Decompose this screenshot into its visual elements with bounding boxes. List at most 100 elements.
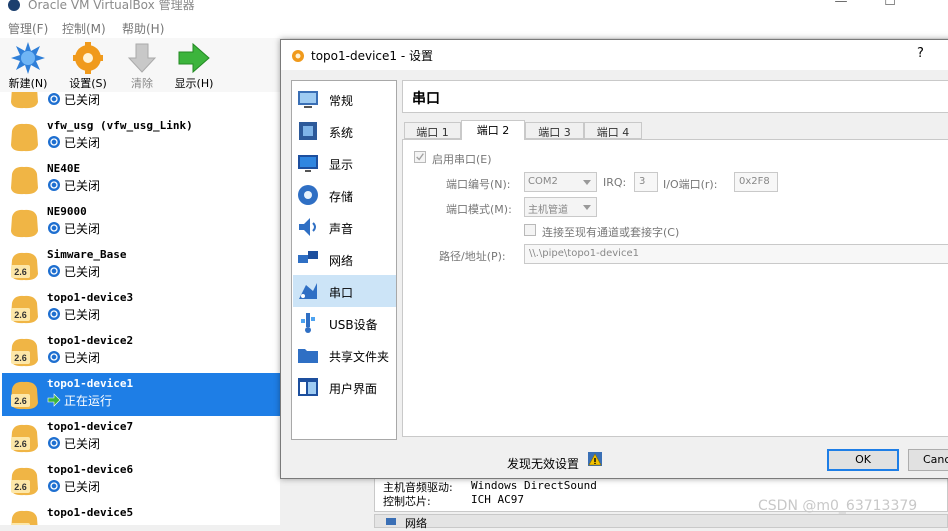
vm-list-item[interactable]: 2.6 topo1-device6 已关闭 — [2, 459, 280, 502]
tab-port-3[interactable]: 端口 3 — [525, 122, 584, 139]
sidebar-item-network[interactable]: 网络 — [293, 243, 396, 275]
vm-list-item[interactable]: NE40E 已关闭 — [2, 158, 280, 201]
powered-off-icon — [48, 136, 60, 148]
sidebar-item-label: 声音 — [329, 222, 354, 236]
vm-name: NE9000 — [47, 205, 87, 218]
port-tabs: 端口 1 端口 2 端口 3 端口 4 — [404, 120, 948, 140]
storage-icon — [298, 185, 318, 205]
tab-port-1[interactable]: 端口 1 — [404, 122, 461, 139]
sidebar-item-usb[interactable]: USB设备 — [293, 307, 396, 339]
vm-name: topo1-device1 — [47, 377, 134, 390]
audio-icon — [299, 218, 316, 236]
vm-list-item[interactable]: 2.6 topo1-device1 正在运行 — [2, 373, 280, 416]
vm-status: 已关闭 — [47, 220, 100, 237]
warning-icon[interactable] — [587, 451, 603, 467]
vm-status: 已关闭 — [47, 478, 100, 495]
os-type-icon — [11, 92, 38, 109]
audio-driver-value: Windows DirectSound — [471, 479, 597, 492]
os-type-icon: 2.6 — [11, 467, 38, 496]
vm-list-item[interactable]: NE9000 已关闭 — [2, 201, 280, 244]
system-icon — [299, 122, 317, 140]
new-starburst-icon — [11, 42, 45, 74]
port-2-tab-body: 启用串口(E) 端口编号(N): COM2 IRQ: 3 I/O端口(r): 0… — [402, 139, 948, 437]
maximize-button[interactable]: ☐ — [875, 0, 905, 9]
port-number-label: 端口编号(N): — [446, 178, 511, 191]
tab-port-2[interactable]: 端口 2 — [461, 120, 525, 140]
vm-list: 已关闭 vfw_usg (vfw_usg_Link) 已关闭 NE40E 已关闭 NE9… — [0, 92, 280, 525]
powered-off-icon — [48, 480, 60, 492]
cancel-button[interactable]: Cancel — [908, 449, 948, 471]
dialog-footer: 发现无效设置 OK Cancel — [281, 444, 948, 480]
version-badge: 2.6 — [14, 482, 27, 492]
vm-list-item[interactable]: 2.6 topo1-device3 已关闭 — [2, 287, 280, 330]
gear-icon — [73, 42, 103, 74]
path-label: 路径/地址(P): — [439, 250, 506, 263]
sidebar-item-audio[interactable]: 声音 — [293, 211, 396, 243]
show-button[interactable]: 显示(H) — [168, 42, 220, 92]
io-port-input[interactable]: 0x2F8 — [734, 172, 778, 192]
port-mode-select[interactable]: 主机管道 — [524, 197, 597, 217]
network-section-header[interactable]: 网络 — [374, 514, 948, 530]
virtualbox-logo-icon — [8, 0, 20, 11]
new-vm-button[interactable]: 新建(N) — [2, 42, 54, 92]
vm-name: topo1-device6 — [47, 463, 134, 476]
dialog-title: topo1-device1 - 设置 — [311, 49, 433, 63]
sidebar-item-general[interactable]: 常规 — [293, 83, 396, 115]
enable-serial-label: 启用串口(E) — [432, 153, 492, 166]
main-toolbar: 新建(N) 设置(S) 清除 显示(H) — [0, 38, 290, 92]
menu-help[interactable]: 帮助(H) — [122, 20, 164, 37]
dialog-titlebar: topo1-device1 - 设置 ? — [281, 40, 948, 70]
serial-port-page: 串口 端口 1 端口 2 端口 3 端口 4 启用串口(E) 端口编号(N): … — [402, 80, 948, 440]
connect-existing-checkbox[interactable] — [524, 224, 536, 236]
minimize-button[interactable]: — — [826, 0, 856, 9]
invalid-settings-warning[interactable]: 发现无效设置 — [507, 455, 579, 472]
port-number-select[interactable]: COM2 — [524, 172, 597, 192]
vm-status: 已关闭 — [47, 349, 100, 366]
sidebar-item-system[interactable]: 系统 — [293, 115, 396, 147]
network-icon — [298, 251, 318, 263]
path-input[interactable]: \\.\pipe\topo1-device1 — [524, 244, 948, 264]
sidebar-item-serial-port[interactable]: 串口 — [293, 275, 396, 307]
vm-name: NE40E — [47, 162, 81, 175]
sidebar-item-display[interactable]: 显示 — [293, 147, 396, 179]
sidebar-item-user-interface[interactable]: 用户界面 — [293, 371, 396, 403]
vm-list-item-partial[interactable]: 已关闭 — [2, 92, 280, 115]
discard-button[interactable]: 清除 — [116, 42, 168, 92]
port-mode-label: 端口模式(M): — [446, 203, 512, 216]
powered-off-icon — [48, 93, 60, 105]
os-type-icon: 2.6 — [11, 510, 38, 525]
sidebar-item-label: 常规 — [329, 94, 354, 108]
powered-off-icon — [48, 265, 60, 277]
enable-serial-checkbox[interactable] — [414, 151, 426, 163]
menu-manage[interactable]: 管理(F) — [8, 20, 48, 37]
irq-label: IRQ: — [603, 176, 627, 189]
settings-category-list: 常规系统 显示存储声音网络串口 USB设备 共享文件夹 用户界面 — [291, 80, 397, 440]
sidebar-item-label: 串口 — [329, 286, 354, 300]
irq-input[interactable]: 3 — [634, 172, 658, 192]
menu-control[interactable]: 控制(M) — [62, 20, 106, 37]
show-arrow-right-icon — [178, 42, 210, 74]
vm-name: topo1-device7 — [47, 420, 134, 433]
vm-list-item[interactable]: 2.6 topo1-device2 已关闭 — [2, 330, 280, 373]
audio-controller-label: 控制芯片: — [383, 495, 431, 508]
sidebar-item-label: 存储 — [329, 190, 354, 204]
vm-list-item[interactable]: vfw_usg (vfw_usg_Link) 已关闭 — [2, 115, 280, 158]
vm-status: 正在运行 — [47, 392, 112, 409]
ok-button[interactable]: OK — [827, 449, 899, 471]
vm-status: 已关闭 — [47, 435, 100, 452]
os-type-icon — [11, 209, 38, 238]
io-port-label: I/O端口(r): — [663, 178, 718, 191]
settings-button[interactable]: 设置(S) — [62, 42, 114, 92]
vm-list-item[interactable]: 2.6 topo1-device7 已关闭 — [2, 416, 280, 459]
audio-controller-value: ICH AC97 — [471, 493, 524, 506]
version-badge: 2.6 — [14, 396, 27, 406]
help-button[interactable]: ? — [917, 46, 924, 61]
tab-port-4[interactable]: 端口 4 — [584, 122, 642, 139]
powered-off-icon — [48, 437, 60, 449]
vm-list-item[interactable]: 2.6 Simware_Base 已关闭 — [2, 244, 280, 287]
sidebar-item-shared-folder[interactable]: 共享文件夹 — [293, 339, 396, 371]
sidebar-item-storage[interactable]: 存储 — [293, 179, 396, 211]
serial-port-icon — [299, 283, 317, 299]
vm-list-item[interactable]: 2.6 topo1-device5 — [2, 502, 280, 525]
user-interface-icon — [298, 378, 318, 396]
